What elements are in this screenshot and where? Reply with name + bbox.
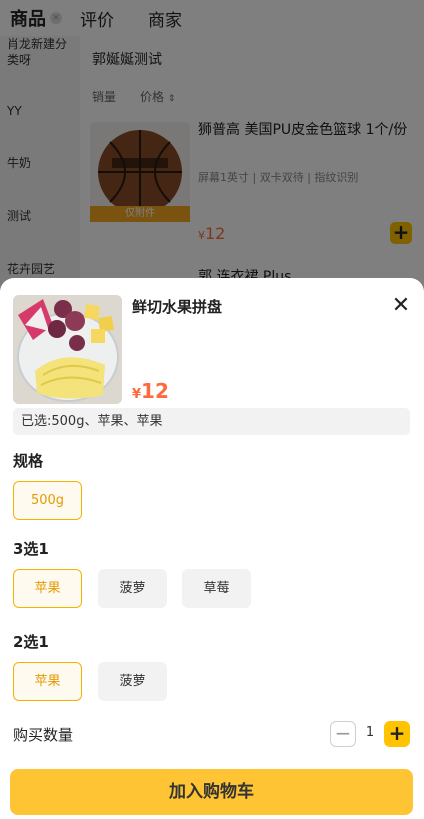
option-apple[interactable]: 苹果: [13, 569, 82, 608]
option-pineapple[interactable]: 菠萝: [98, 662, 167, 701]
option-500g[interactable]: 500g: [13, 481, 82, 520]
group-title-choose-1-of-3: 3选1: [13, 540, 49, 558]
group-title-choose-1-of-2: 2选1: [13, 633, 49, 651]
selected-summary: 已选:500g、苹果、苹果: [13, 408, 410, 435]
quantity-label: 购买数量: [13, 726, 74, 744]
close-icon[interactable]: ✕: [390, 295, 412, 318]
option-strawberry[interactable]: 草莓: [182, 569, 251, 608]
add-to-cart-button[interactable]: 加入购物车: [10, 769, 413, 815]
spec-selection-sheet: 鲜切水果拼盘 ✕ ¥12 已选:500g、苹果、苹果 规格 500g 3选1 苹…: [0, 278, 424, 819]
item-title: 鲜切水果拼盘: [132, 298, 223, 316]
option-pineapple[interactable]: 菠萝: [98, 569, 167, 608]
option-apple[interactable]: 苹果: [13, 662, 82, 701]
group-title-spec: 规格: [13, 452, 44, 470]
item-price: ¥12: [132, 379, 169, 403]
quantity-increase-button[interactable]: +: [384, 721, 410, 747]
quantity-value: 1: [365, 725, 375, 740]
fruit-platter-image: [13, 295, 122, 404]
quantity-decrease-button[interactable]: −: [330, 721, 356, 747]
